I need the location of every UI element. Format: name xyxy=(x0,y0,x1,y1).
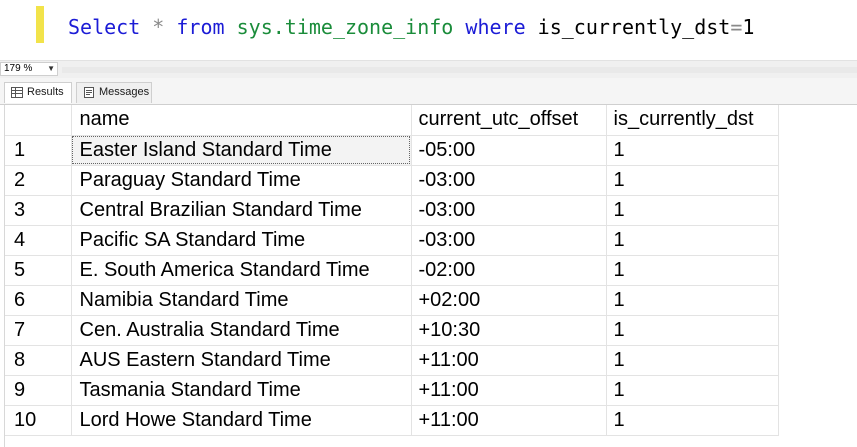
tab-messages[interactable]: Messages xyxy=(76,82,152,103)
query-token xyxy=(164,15,176,39)
cell-is-currently-dst[interactable]: 1 xyxy=(606,345,779,376)
column-header-current-utc-offset[interactable]: current_utc_offset xyxy=(411,105,607,136)
query-token: Select xyxy=(68,15,141,39)
cell-is-currently-dst[interactable]: 1 xyxy=(606,255,779,286)
table-row[interactable]: 6 Namibia Standard Time +02:00 1 xyxy=(5,285,779,316)
cell-current-utc-offset[interactable]: -02:00 xyxy=(411,255,607,286)
cell-current-utc-offset[interactable]: +11:00 xyxy=(411,345,607,376)
cell-current-utc-offset[interactable]: -05:00 xyxy=(411,135,607,166)
column-header-is-currently-dst[interactable]: is_currently_dst xyxy=(606,105,779,136)
cell-current-utc-offset[interactable]: +11:00 xyxy=(411,405,607,436)
table-row[interactable]: 5 E. South America Standard Time -02:00 1 xyxy=(5,255,779,286)
results-tabs: Results Messages xyxy=(0,78,857,105)
cell-name[interactable]: Cen. Australia Standard Time xyxy=(71,315,412,346)
cell-is-currently-dst[interactable]: 1 xyxy=(606,405,779,436)
row-number[interactable]: 10 xyxy=(5,405,72,436)
table-row[interactable]: 9 Tasmania Standard Time +11:00 1 xyxy=(5,375,779,406)
messages-icon xyxy=(84,87,94,98)
cell-name[interactable]: Pacific SA Standard Time xyxy=(71,225,412,256)
cell-name[interactable]: E. South America Standard Time xyxy=(71,255,412,286)
cell-current-utc-offset[interactable]: -03:00 xyxy=(411,165,607,196)
results-grid[interactable]: name current_utc_offset is_currently_dst… xyxy=(4,105,857,447)
grid-icon xyxy=(11,87,23,98)
cell-current-utc-offset[interactable]: +11:00 xyxy=(411,375,607,406)
cell-current-utc-offset[interactable]: +10:30 xyxy=(411,315,607,346)
table-row[interactable]: 10 Lord Howe Standard Time +11:00 1 xyxy=(5,405,779,436)
row-number[interactable]: 8 xyxy=(5,345,72,376)
query-token: 1 xyxy=(742,15,755,39)
cell-is-currently-dst[interactable]: 1 xyxy=(606,315,779,346)
zoom-select[interactable]: 179 % ▼ xyxy=(0,62,58,76)
table-row[interactable]: 2 Paraguay Standard Time -03:00 1 xyxy=(5,165,779,196)
tab-messages-label: Messages xyxy=(99,86,150,98)
cell-is-currently-dst[interactable]: 1 xyxy=(606,375,779,406)
query-editor[interactable]: Select * from sys.time_zone_info where i… xyxy=(0,0,857,60)
table-row[interactable]: 7 Cen. Australia Standard Time +10:30 1 xyxy=(5,315,779,346)
cell-name[interactable]: Lord Howe Standard Time xyxy=(71,405,412,436)
chevron-down-icon[interactable]: ▼ xyxy=(47,63,55,75)
row-number[interactable]: 3 xyxy=(5,195,72,226)
cell-current-utc-offset[interactable]: -03:00 xyxy=(411,225,607,256)
horizontal-scrollbar[interactable] xyxy=(62,67,857,73)
query-token: from xyxy=(176,15,225,39)
row-number[interactable]: 2 xyxy=(5,165,72,196)
cell-name[interactable]: Tasmania Standard Time xyxy=(71,375,412,406)
change-marker xyxy=(36,6,44,43)
cell-is-currently-dst[interactable]: 1 xyxy=(606,225,779,256)
table-row[interactable]: 8 AUS Eastern Standard Time +11:00 1 xyxy=(5,345,779,376)
query-text[interactable]: Select * from sys.time_zone_info where i… xyxy=(68,12,754,42)
query-token: * xyxy=(152,15,165,39)
row-number[interactable]: 7 xyxy=(5,315,72,346)
cell-name[interactable]: Central Brazilian Standard Time xyxy=(71,195,412,226)
query-token: sys.time_zone_info xyxy=(236,15,454,39)
table-row[interactable]: 4 Pacific SA Standard Time -03:00 1 xyxy=(5,225,779,256)
cell-name[interactable]: Easter Island Standard Time xyxy=(71,135,412,166)
cell-name[interactable]: Namibia Standard Time xyxy=(71,285,412,316)
cell-is-currently-dst[interactable]: 1 xyxy=(606,135,779,166)
cell-name[interactable]: Paraguay Standard Time xyxy=(71,165,412,196)
query-token xyxy=(453,15,465,39)
results-table: name current_utc_offset is_currently_dst… xyxy=(5,105,779,436)
cell-is-currently-dst[interactable]: 1 xyxy=(606,285,779,316)
table-row[interactable]: 3 Central Brazilian Standard Time -03:00 1 xyxy=(5,195,779,226)
row-number[interactable]: 1 xyxy=(5,135,72,166)
tab-results-label: Results xyxy=(27,86,64,98)
query-token: = xyxy=(730,15,743,39)
cell-is-currently-dst[interactable]: 1 xyxy=(606,195,779,226)
query-token xyxy=(225,15,237,39)
column-header-name[interactable]: name xyxy=(71,105,412,136)
row-number[interactable]: 5 xyxy=(5,255,72,286)
editor-gutter xyxy=(0,0,30,60)
row-number[interactable]: 9 xyxy=(5,375,72,406)
row-number[interactable]: 4 xyxy=(5,225,72,256)
cell-current-utc-offset[interactable]: +02:00 xyxy=(411,285,607,316)
row-header-corner[interactable] xyxy=(5,105,72,136)
query-token: is_currently_dst xyxy=(525,15,731,39)
query-token xyxy=(140,15,152,39)
cell-is-currently-dst[interactable]: 1 xyxy=(606,165,779,196)
row-number[interactable]: 6 xyxy=(5,285,72,316)
table-row[interactable]: 1 Easter Island Standard Time -05:00 1 xyxy=(5,135,779,166)
cell-current-utc-offset[interactable]: -03:00 xyxy=(411,195,607,226)
cell-name[interactable]: AUS Eastern Standard Time xyxy=(71,345,412,376)
zoom-value: 179 % xyxy=(4,63,33,74)
tab-results[interactable]: Results xyxy=(4,82,72,103)
zoom-bar: 179 % ▼ xyxy=(0,60,857,78)
header-row: name current_utc_offset is_currently_dst xyxy=(5,105,779,136)
query-token: where xyxy=(465,15,526,39)
